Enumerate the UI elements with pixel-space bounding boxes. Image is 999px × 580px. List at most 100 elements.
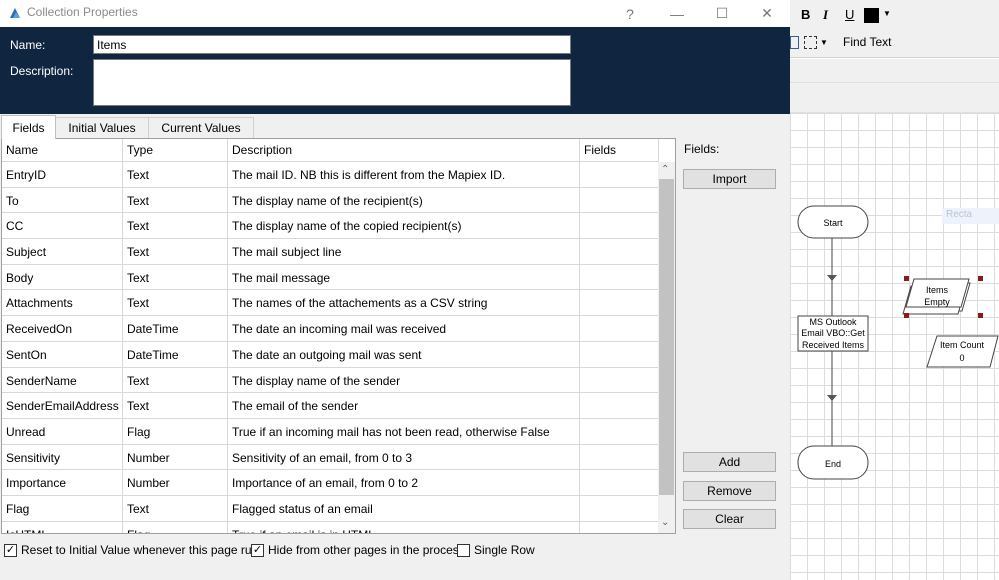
table-row[interactable]: EntryID Text The mail ID. NB this is diffe… [2, 162, 659, 188]
cell-name[interactable]: Unread [2, 418, 123, 444]
cell-type[interactable]: Text [123, 187, 228, 213]
table-row[interactable]: Unread Flag True if an incoming mail has n… [2, 418, 659, 445]
selection-handle[interactable] [978, 313, 983, 318]
table-row[interactable]: Subject Text The mail subject line [2, 239, 659, 265]
checkbox-hide-box[interactable]: ✓ [251, 543, 264, 557]
scroll-thumb[interactable] [659, 179, 674, 495]
cell-description[interactable]: The email of the sender [228, 393, 580, 418]
cell-type[interactable]: Text [123, 264, 228, 290]
cell-type[interactable]: Text [123, 495, 228, 521]
table-row[interactable]: Body Text The mail message [2, 264, 659, 291]
add-button[interactable]: Add [683, 452, 776, 472]
column-header-name[interactable]: Name [2, 139, 123, 162]
cell-type[interactable]: Number [123, 470, 228, 495]
checkbox-single-row-box[interactable] [457, 543, 470, 557]
cell-name[interactable]: Importance [2, 470, 123, 495]
grid-scrollbar[interactable]: ⌃ ⌄ [658, 162, 675, 533]
tab-current-values[interactable]: Current Values [148, 117, 254, 139]
cell-type[interactable]: Text [123, 393, 228, 418]
cell-name[interactable]: CC [2, 213, 123, 239]
cell-fields[interactable] [580, 239, 659, 264]
find-text-button[interactable]: Find Text [843, 35, 891, 49]
cell-name[interactable]: Flag [2, 495, 123, 521]
cell-description[interactable]: Sensitivity of an email, from 0 to 3 [228, 444, 580, 470]
text-color-swatch[interactable] [864, 8, 879, 23]
single-row-checkbox[interactable]: Single Row [457, 543, 535, 557]
table-row[interactable]: Importance Number Importance of an email, … [2, 470, 659, 496]
collection-stage-items[interactable]: Items Empty [902, 276, 983, 318]
cell-description[interactable]: The display name of the recipient(s) [228, 187, 580, 213]
cell-name[interactable]: SenderName [2, 367, 123, 393]
cell-type[interactable]: Flag [123, 521, 228, 533]
scroll-down-icon[interactable]: ⌄ [661, 517, 669, 528]
bold-button[interactable]: B [801, 7, 810, 22]
cell-name[interactable]: Sensitivity [2, 444, 123, 470]
minimize-button[interactable]: — [655, 0, 699, 27]
name-input[interactable] [93, 35, 571, 54]
cell-description[interactable]: True if an incoming mail has not been re… [228, 418, 580, 444]
table-row[interactable]: IsHTMLFlagTrue if an email is in HTML [2, 521, 659, 533]
table-row[interactable]: SenderEmailAddress Text The email of the s… [2, 393, 659, 419]
action-stage[interactable]: MS Outlook Email VBO::Get Received Items [797, 315, 869, 352]
cell-type[interactable]: Number [123, 444, 228, 470]
scroll-up-icon[interactable]: ⌃ [661, 164, 669, 175]
cell-fields[interactable] [580, 521, 659, 533]
cell-fields[interactable] [580, 316, 659, 341]
cell-description[interactable]: The display name of the copied recipient… [228, 213, 580, 239]
table-row[interactable]: SenderName Text The display name of the se… [2, 367, 659, 394]
page-icon[interactable] [790, 36, 799, 49]
cell-fields[interactable] [580, 213, 659, 239]
cell-name[interactable]: SentOn [2, 341, 123, 367]
cell-name[interactable]: SenderEmailAddress [2, 393, 123, 418]
close-button[interactable]: ✕ [745, 0, 789, 27]
selection-handle[interactable] [904, 313, 909, 318]
cell-name[interactable]: Subject [2, 239, 123, 264]
cell-description[interactable]: The mail message [228, 264, 580, 290]
cell-name[interactable]: Attachments [2, 290, 123, 316]
tab-initial-values[interactable]: Initial Values [55, 117, 149, 139]
column-header-type[interactable]: Type [123, 139, 228, 162]
cell-type[interactable]: Text [123, 162, 228, 187]
column-header-description[interactable]: Description [228, 139, 580, 162]
cell-description[interactable]: True if an email is in HTML [228, 521, 580, 533]
table-row[interactable]: SentOn DateTime The date an outgoing mail … [2, 341, 659, 368]
cell-fields[interactable] [580, 495, 659, 521]
cell-description[interactable]: The date an outgoing mail was sent [228, 341, 580, 367]
table-row[interactable]: Attachments Text The names of the attachem… [2, 290, 659, 317]
help-button[interactable]: ? [608, 0, 652, 27]
table-row[interactable]: CC Text The display name of the copied rec… [2, 213, 659, 240]
cell-type[interactable]: DateTime [123, 316, 228, 341]
start-stage[interactable]: Start [797, 205, 869, 239]
table-row[interactable]: Flag Text Flagged status of an email [2, 495, 659, 522]
cell-description[interactable]: The display name of the sender [228, 367, 580, 393]
process-canvas[interactable]: Recta Start MS Outlook Email VBO::Get Re… [790, 113, 999, 580]
italic-button[interactable]: I [823, 7, 828, 23]
cell-type[interactable]: DateTime [123, 341, 228, 367]
cell-fields[interactable] [580, 470, 659, 495]
cell-description[interactable]: The mail subject line [228, 239, 580, 264]
data-stage-item-count[interactable]: Item Count 0 [926, 335, 999, 368]
import-button[interactable]: Import [683, 169, 776, 189]
table-row[interactable]: Sensitivity Number Sensitivity of an email… [2, 444, 659, 471]
checkbox-reset-box[interactable]: ✓ [4, 543, 17, 557]
cell-description[interactable]: Importance of an email, from 0 to 2 [228, 470, 580, 495]
tab-fields[interactable]: Fields [1, 115, 56, 139]
clear-button[interactable]: Clear [683, 509, 776, 529]
cell-name[interactable]: ReceivedOn [2, 316, 123, 341]
cell-fields[interactable] [580, 418, 659, 444]
table-row[interactable]: To Text The display name of the recipient(… [2, 187, 659, 214]
cell-description[interactable]: The date an incoming mail was received [228, 316, 580, 341]
selection-icon[interactable] [804, 36, 817, 49]
cell-description[interactable]: Flagged status of an email [228, 495, 580, 521]
cell-fields[interactable] [580, 341, 659, 367]
cell-fields[interactable] [580, 162, 659, 187]
title-bar[interactable]: Collection Properties ? — ☐ ✕ [0, 0, 790, 27]
description-textarea[interactable] [93, 59, 571, 106]
selection-handle[interactable] [978, 276, 983, 281]
maximize-button[interactable]: ☐ [700, 0, 744, 27]
cell-fields[interactable] [580, 264, 659, 290]
selection-handle[interactable] [904, 276, 909, 281]
cell-name[interactable]: Body [2, 264, 123, 290]
chevron-down-icon[interactable]: ▼ [820, 38, 828, 47]
cell-type[interactable]: Text [123, 239, 228, 264]
